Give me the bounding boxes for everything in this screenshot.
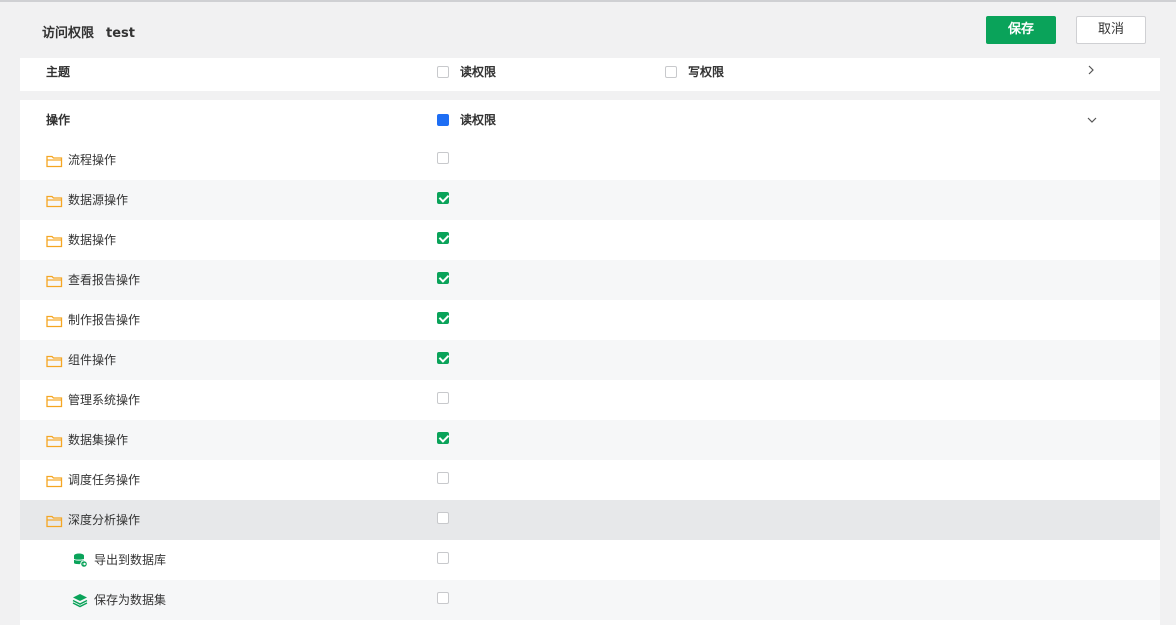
ops-tree-row[interactable]: 调度任务操作 (20, 460, 1160, 500)
page-header: 访问权限 test 保存 取消 (0, 2, 1176, 58)
ops-tree-row[interactable]: 深度分析操作 (20, 500, 1160, 540)
ops-section-header: 操作 读权限 (20, 100, 1160, 140)
ops-read-checkbox[interactable] (437, 114, 449, 126)
folder-icon (46, 313, 63, 328)
folder-icon (46, 353, 63, 368)
ops-subtree-row[interactable]: 导出到数据库 (20, 540, 1160, 580)
ops-item-label: 数据源操作 (68, 193, 129, 207)
ops-subtree-row[interactable]: 保存为数据集 (20, 580, 1160, 620)
ops-item-checkbox[interactable] (437, 432, 449, 444)
ops-subitem-checkbox[interactable] (437, 592, 449, 604)
theme-write-label: 写权限 (688, 65, 725, 79)
folder-icon (46, 393, 63, 408)
page-title-text: 访问权限 (42, 26, 95, 41)
ops-tree-row[interactable]: 流程操作 (20, 140, 1160, 180)
ops-tree-row[interactable]: 数据集操作 (20, 420, 1160, 460)
ops-item-label: 流程操作 (68, 153, 117, 167)
ops-item-checkbox[interactable] (437, 312, 449, 324)
ops-item-label: 深度分析操作 (68, 513, 141, 527)
ops-item-label: 数据操作 (68, 233, 117, 247)
ops-item-checkbox[interactable] (437, 472, 449, 484)
theme-read-checkbox[interactable] (437, 66, 449, 78)
ops-item-label: 组件操作 (68, 353, 117, 367)
cancel-button[interactable]: 取消 (1076, 16, 1146, 44)
theme-section-label: 主题 (46, 65, 71, 79)
folder-icon (46, 273, 63, 288)
ops-section-label: 操作 (46, 113, 71, 127)
ops-item-label: 数据集操作 (68, 433, 129, 447)
folder-icon (46, 473, 63, 488)
folder-icon (46, 153, 63, 168)
ops-item-label: 查看报告操作 (68, 273, 141, 287)
folder-icon (46, 433, 63, 448)
page-subtitle: test (106, 26, 135, 41)
ops-subitem-label: 导出到数据库 (94, 553, 167, 567)
ops-tree-row[interactable]: 管理系统操作 (20, 380, 1160, 420)
theme-permission-panel: 主题 读权限 写权限 (20, 58, 1160, 91)
ops-item-checkbox[interactable] (437, 352, 449, 364)
page-title: 访问权限 test (42, 22, 135, 41)
layers-icon (72, 592, 88, 608)
operation-permission-panel: 操作 读权限 流程操作数据源操作数据操作查看报告操作 制作报告操作 组件操作管理系统… (20, 100, 1160, 625)
ops-read-label: 读权限 (460, 113, 497, 127)
ops-item-label: 管理系统操作 (68, 393, 141, 407)
ops-subitem-label: 保存为数据集 (94, 593, 167, 607)
database-export-icon (72, 552, 88, 568)
folder-icon (46, 193, 63, 208)
ops-item-checkbox[interactable] (437, 192, 449, 204)
ops-tree-row[interactable]: 制作报告操作 (20, 300, 1160, 340)
ops-tree-row[interactable]: 组件操作 (20, 340, 1160, 380)
ops-item-checkbox[interactable] (437, 512, 449, 524)
ops-item-checkbox[interactable] (437, 272, 449, 284)
ops-tree-row[interactable]: 查看报告操作 (20, 260, 1160, 300)
ops-tree-row[interactable]: 数据源操作 (20, 180, 1160, 220)
chevron-right-icon[interactable] (1086, 64, 1096, 79)
folder-icon (46, 513, 63, 528)
ops-subitem-checkbox[interactable] (437, 552, 449, 564)
save-button[interactable]: 保存 (986, 16, 1056, 44)
folder-icon (46, 233, 63, 248)
ops-tree-row[interactable]: 数据操作 (20, 220, 1160, 260)
ops-item-label: 制作报告操作 (68, 313, 141, 327)
chevron-down-icon[interactable] (1086, 114, 1098, 128)
theme-read-label: 读权限 (460, 65, 497, 79)
theme-write-checkbox[interactable] (665, 66, 677, 78)
ops-item-label: 调度任务操作 (68, 473, 141, 487)
ops-item-checkbox[interactable] (437, 152, 449, 164)
ops-item-checkbox[interactable] (437, 392, 449, 404)
ops-item-checkbox[interactable] (437, 232, 449, 244)
